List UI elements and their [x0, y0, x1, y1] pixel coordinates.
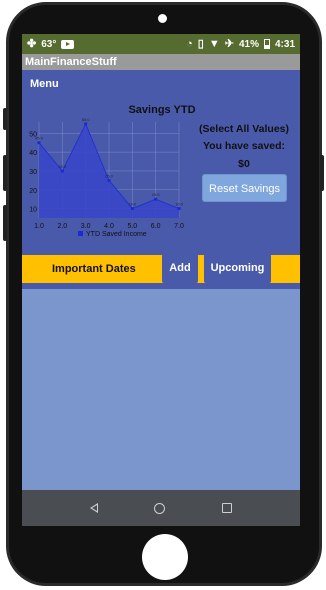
x-tick-label: 4.0	[104, 223, 114, 230]
x-tick-label: 5.0	[127, 223, 137, 230]
legend-swatch	[78, 231, 83, 236]
volume-button	[3, 205, 7, 241]
upcoming-button[interactable]: Upcoming	[204, 254, 271, 283]
legend-label: YTD Saved Income	[86, 231, 147, 238]
data-point	[37, 141, 41, 145]
home-icon[interactable]	[154, 502, 166, 514]
x-tick-label: 3.0	[81, 223, 91, 230]
app-title: MainFinanceStuff	[22, 54, 300, 70]
x-tick-label: 2.0	[57, 223, 67, 230]
data-point	[107, 178, 111, 182]
reset-savings-button[interactable]: Reset Savings	[202, 174, 287, 202]
select-all-values[interactable]: (Select All Values)	[194, 123, 294, 135]
temperature: 63°	[41, 38, 57, 50]
data-label: 25.0	[105, 173, 114, 178]
y-tick-label: 10	[29, 207, 37, 214]
important-dates-label: Important Dates	[52, 263, 136, 275]
add-date-button[interactable]: Add	[162, 254, 198, 283]
fan-icon: ✤	[27, 37, 37, 50]
x-tick-label: 6.0	[151, 223, 161, 230]
menu-button[interactable]: Menu	[30, 78, 59, 90]
power-button	[320, 155, 324, 191]
data-label: 45.0	[35, 136, 44, 141]
data-point	[130, 207, 134, 211]
back-icon[interactable]	[90, 503, 99, 513]
data-saver-icon: ◔	[186, 37, 193, 50]
navigation-bar	[22, 490, 300, 526]
recent-apps-icon[interactable]	[221, 503, 232, 513]
data-point	[60, 169, 64, 173]
status-bar: ✤ 63° ◔ ▯ ▼ ✈ 41% 4:31	[22, 34, 300, 54]
hardware-home-button[interactable]	[142, 534, 188, 580]
data-point	[84, 122, 88, 126]
chart-title: Savings YTD	[128, 104, 196, 116]
data-label: 10.0	[128, 202, 137, 207]
x-tick-label: 1.0	[34, 223, 44, 230]
volume-down-button	[3, 155, 7, 191]
youtube-icon	[61, 39, 75, 49]
vibrate-icon: ▯	[197, 37, 204, 50]
battery-icon	[263, 39, 270, 49]
data-label: 30.0	[58, 164, 67, 169]
x-tick-label: 7.0	[174, 223, 184, 230]
data-point	[154, 197, 158, 201]
y-tick-label: 30	[29, 169, 37, 176]
airplane-icon: ✈	[224, 37, 234, 50]
volume-up-button	[3, 108, 7, 130]
y-tick-label: 20	[29, 188, 37, 195]
battery-percent: 41%	[238, 38, 259, 50]
data-point	[177, 207, 181, 211]
you-have-saved-label: You have saved:	[202, 140, 286, 152]
clock: 4:31	[274, 38, 295, 50]
data-label: 15.0	[152, 192, 161, 197]
savings-panel: Menu Savings YTD 10 20 30 40 50 1.0 2.0 3.0 4.0 5…	[22, 70, 300, 289]
data-label: 10.0	[175, 202, 184, 207]
data-label: 55.0	[82, 118, 91, 122]
savings-chart[interactable]: 10203040501.0 2.0 3.0 4.0 5.0 6.0 7.045.030.05…	[22, 118, 192, 248]
wifi-icon: ▼	[208, 37, 220, 50]
saved-amount: $0	[238, 158, 250, 170]
front-camera	[158, 14, 167, 23]
screen: ✤ 63° ◔ ▯ ▼ ✈ 41% 4:31 MainFinanceStuff …	[22, 34, 300, 526]
y-tick-label: 40	[29, 150, 37, 157]
